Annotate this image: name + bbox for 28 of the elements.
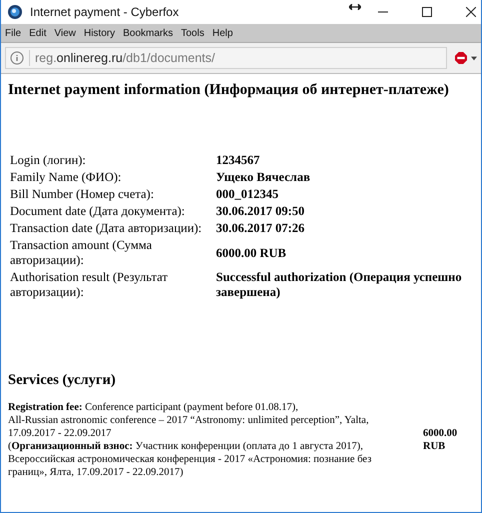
menu-item[interactable]: Help — [212, 28, 233, 38]
menu-item[interactable]: Bookmarks — [122, 28, 173, 38]
menu-item[interactable]: History — [84, 28, 115, 38]
window-title: Internet payment - Cyberfox — [30, 5, 179, 19]
field-label: Transaction date (Дата авторизации): — [10, 221, 202, 235]
menu-item[interactable]: Tools — [181, 28, 204, 38]
service-price: 6000.00 RUB — [423, 427, 458, 453]
menu-item[interactable]: File — [5, 28, 22, 38]
address-field[interactable]: reg.onlinereg.ru/db1/documents/ — [5, 47, 447, 69]
menu-item[interactable]: Edit — [29, 28, 46, 38]
field-label: Transaction amount (Сумма авторизации): — [10, 238, 152, 267]
field-value: 30.06.2017 09:50 — [216, 204, 305, 218]
service-description: Registration fee: Conference participant (payment before 01.08.17), All-Russian astronomic conference – 2017 “Astronomy: unlimited perception”, Yalta, 17.09.2017 - 22.09.2017 (Организационный взнос: Участник конференции (оплата до 1 августа 2017), Всероссийская астрономическая конференция - 2017 «Астрономия: познание без границ», Ялта, 17.09.2017 - 22.09.2017) — [8, 401, 372, 479]
section-heading: Services (услуги) — [8, 372, 117, 389]
field-value: Successful authorization (Операция успешно завершена) — [216, 270, 462, 299]
field-value: Ущеко Вячеслав — [216, 170, 310, 184]
field-value: 000_012345 — [216, 187, 278, 201]
field-value: 30.06.2017 07:26 — [216, 221, 305, 235]
field-label: Family Name (ФИО): — [10, 170, 122, 184]
field-label: Authorisation result (Результат авторизации): — [10, 270, 168, 299]
page-heading: Internet payment information (Информация об интернет-платеже) — [8, 82, 450, 99]
field-value: 6000.00 RUB — [216, 246, 286, 260]
field-label: Bill Number (Номер счета): — [10, 187, 154, 201]
url-text: reg.onlinereg.ru/db1/documents/ — [35, 51, 215, 65]
field-label: Login (логин): — [10, 153, 86, 167]
menu-item[interactable]: View — [54, 28, 76, 38]
field-value: 1234567 — [216, 153, 260, 167]
field-label: Document date (Дата документа): — [10, 204, 185, 218]
